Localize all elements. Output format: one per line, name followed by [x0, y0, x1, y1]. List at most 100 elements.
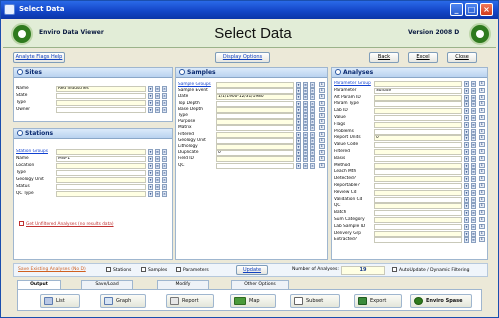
sort-toggle-icon[interactable]: ↕: [479, 183, 485, 188]
filter-label[interactable]: Station Groups: [16, 149, 54, 155]
sort-toggle-icon[interactable]: ↕: [479, 223, 485, 229]
collapse-icon[interactable]: [179, 69, 185, 75]
filter-value-input[interactable]: [374, 128, 462, 135]
list-picker-icon[interactable]: ≡: [303, 113, 308, 119]
sort-toggle-icon[interactable]: ↕: [319, 106, 325, 112]
dropdown-icon[interactable]: ▾: [464, 128, 469, 135]
filter-label[interactable]: Sample Groups: [178, 82, 214, 88]
clear-icon[interactable]: ×: [310, 106, 315, 113]
list-picker-icon[interactable]: ≡: [471, 217, 476, 223]
sort-toggle-icon[interactable]: ↕: [479, 203, 485, 209]
list-picker-icon[interactable]: ≡: [471, 101, 476, 108]
list-picker-icon[interactable]: ≡: [471, 176, 476, 183]
clear-icon[interactable]: ×: [162, 184, 167, 190]
list-picker-icon[interactable]: ≡: [155, 107, 160, 113]
dropdown-icon[interactable]: ▾: [296, 94, 301, 101]
filter-value-input[interactable]: 1/1/1900-12/31/1980: [216, 94, 294, 101]
list-picker-icon[interactable]: ≡: [471, 230, 476, 237]
close-window-button[interactable]: ×: [480, 3, 493, 16]
clear-icon[interactable]: ×: [162, 86, 167, 92]
filter-value-input[interactable]: [374, 230, 462, 237]
filter-value-input[interactable]: 0: [216, 150, 294, 157]
list-picker-icon[interactable]: ≡: [471, 142, 476, 149]
sort-toggle-icon[interactable]: ↕: [479, 176, 485, 182]
sort-toggle-icon[interactable]: ↕: [319, 82, 325, 87]
list-picker-icon[interactable]: ≡: [471, 223, 476, 230]
sort-toggle-icon[interactable]: ↕: [319, 125, 325, 131]
list-picker-icon[interactable]: ≡: [303, 119, 308, 126]
list-picker-icon[interactable]: ≡: [303, 82, 308, 88]
clear-icon[interactable]: ×: [310, 88, 315, 95]
clear-icon[interactable]: ×: [310, 100, 315, 107]
clear-icon[interactable]: ×: [162, 100, 167, 106]
sort-toggle-icon[interactable]: ↕: [479, 196, 485, 202]
list-picker-icon[interactable]: ≡: [471, 155, 476, 162]
filter-value-input[interactable]: [216, 106, 294, 113]
list-picker-icon[interactable]: ≡: [155, 170, 160, 176]
sort-toggle-icon[interactable]: ↕: [319, 94, 325, 100]
dropdown-icon[interactable]: ▾: [464, 155, 469, 162]
filter-value-input[interactable]: [374, 223, 462, 230]
samples-filter-option[interactable]: Samples: [141, 267, 167, 273]
save-analyses-link[interactable]: Save Existing Analyses (No D): [18, 267, 86, 272]
dropdown-icon[interactable]: ▾: [296, 113, 301, 119]
list-picker-icon[interactable]: ≡: [471, 237, 476, 244]
dropdown-icon[interactable]: ▾: [296, 106, 301, 113]
filter-value-input[interactable]: [374, 108, 462, 115]
sort-toggle-icon[interactable]: ↕: [479, 87, 485, 93]
sort-toggle-icon[interactable]: ↕: [479, 115, 485, 120]
stations-filter-option[interactable]: Stations: [106, 267, 131, 273]
dropdown-icon[interactable]: ▾: [296, 82, 301, 88]
list-picker-icon[interactable]: ≡: [155, 156, 160, 162]
sort-toggle-icon[interactable]: ↕: [479, 94, 485, 100]
dropdown-icon[interactable]: ▾: [296, 156, 301, 163]
list-picker-icon[interactable]: ≡: [155, 86, 160, 92]
subset-button[interactable]: Subset: [290, 294, 340, 308]
sort-toggle-icon[interactable]: ↕: [319, 113, 325, 118]
dropdown-icon[interactable]: ▾: [464, 169, 469, 176]
analyte-flags-help-button[interactable]: Analyte Flags Help: [13, 52, 65, 63]
sort-toggle-icon[interactable]: ↕: [479, 189, 485, 195]
dropdown-icon[interactable]: ▾: [464, 196, 469, 203]
sort-toggle-icon[interactable]: ↕: [479, 210, 485, 216]
dropdown-icon[interactable]: ▾: [464, 183, 469, 189]
list-picker-icon[interactable]: ≡: [303, 144, 308, 150]
list-picker-icon[interactable]: ≡: [155, 184, 160, 190]
filter-value-input[interactable]: [216, 131, 294, 138]
tab-modify[interactable]: Modify: [157, 280, 209, 289]
filter-value-input[interactable]: [56, 184, 146, 190]
auto-update-checkbox[interactable]: [392, 267, 397, 272]
tab-other-options[interactable]: Other Options: [231, 280, 289, 289]
clear-icon[interactable]: ×: [310, 94, 315, 101]
stations-checkbox[interactable]: [106, 267, 111, 272]
clear-icon[interactable]: ×: [162, 191, 167, 197]
sort-toggle-icon[interactable]: ↕: [319, 88, 325, 94]
dropdown-icon[interactable]: ▾: [296, 162, 301, 169]
filter-value-input[interactable]: [374, 196, 462, 203]
dropdown-icon[interactable]: ▾: [148, 163, 153, 169]
list-picker-icon[interactable]: ≡: [471, 210, 476, 217]
dropdown-icon[interactable]: ▾: [464, 230, 469, 237]
dropdown-icon[interactable]: ▾: [464, 176, 469, 183]
list-picker-icon[interactable]: ≡: [471, 128, 476, 135]
clear-icon[interactable]: ×: [162, 93, 167, 99]
dropdown-icon[interactable]: ▾: [296, 137, 301, 144]
sort-toggle-icon[interactable]: ↕: [479, 169, 485, 175]
sort-toggle-icon[interactable]: ↕: [479, 108, 485, 114]
sort-toggle-icon[interactable]: ↕: [479, 162, 485, 168]
list-picker-icon[interactable]: ≡: [155, 100, 160, 106]
sort-toggle-icon[interactable]: ↕: [479, 128, 485, 134]
sort-toggle-icon[interactable]: ↕: [319, 156, 325, 162]
list-picker-icon[interactable]: ≡: [471, 81, 476, 87]
filter-value-input[interactable]: [216, 144, 294, 150]
filter-value-input[interactable]: [374, 210, 462, 217]
list-picker-icon[interactable]: ≡: [471, 196, 476, 203]
clear-icon[interactable]: ×: [162, 149, 167, 155]
list-picker-icon[interactable]: ≡: [471, 108, 476, 115]
dropdown-icon[interactable]: ▾: [296, 125, 301, 132]
sort-toggle-icon[interactable]: ↕: [479, 217, 485, 222]
list-button[interactable]: List: [40, 294, 80, 308]
list-picker-icon[interactable]: ≡: [155, 191, 160, 197]
unfiltered-checkbox[interactable]: [19, 221, 24, 226]
dropdown-icon[interactable]: ▾: [464, 203, 469, 210]
